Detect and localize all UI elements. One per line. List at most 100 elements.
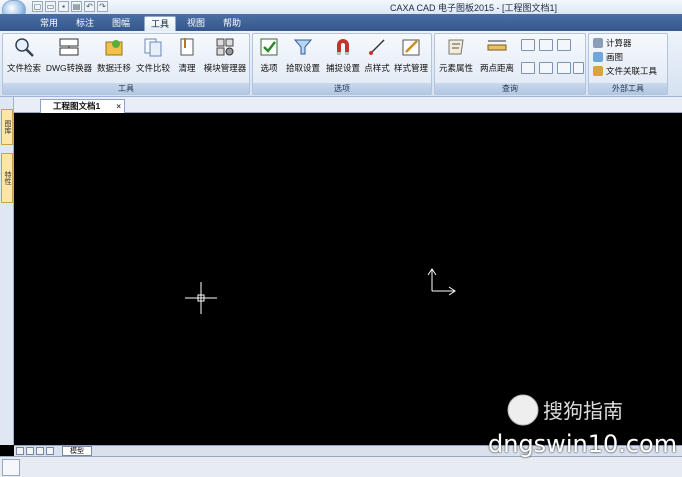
document-tab[interactable]: 工程图文档1 × [40,99,125,113]
ribbon-group-query: 元素属性 两点距离 查询 [434,33,586,95]
calculator-icon [593,38,603,48]
snap-settings-button[interactable]: 捕捉设置 [324,36,362,80]
paint-label: 画图 [606,52,624,62]
options-button[interactable]: 选项 [256,36,282,80]
ribbon-group-tools: 文件检索 DWG转换器 数据迁移 文件比较 清理 模块管理器 工具 [2,33,250,95]
ribbon-group-external-tools: 计算器 画图 文件关联工具 外部工具 [588,33,668,95]
paint-button[interactable]: 画图 [593,51,623,63]
close-icon[interactable]: × [116,100,121,113]
status-bar [0,456,682,477]
file-search-label: 文件检索 [6,63,41,73]
purge-icon [180,38,194,56]
pick-settings-button[interactable]: 拾取设置 [284,36,322,80]
pick-settings-label: 拾取设置 [285,63,320,73]
tab-view[interactable]: 视图 [183,16,209,31]
document-tab-label: 工程图文档1 [53,101,101,111]
options-label: 选项 [260,63,278,73]
dwg-converter-button[interactable]: DWG转换器 [45,36,93,80]
file-compare-label: 文件比较 [135,63,170,73]
file-association-icon [593,66,603,76]
first-layout-button[interactable] [16,447,24,455]
tab-help[interactable]: 帮助 [219,16,245,31]
print-icon[interactable]: ▤ [71,1,82,12]
style-manager-button[interactable]: 样式管理 [392,36,430,80]
left-side-panel: 图库 特性 [0,97,14,445]
layout-tab-model[interactable]: 模型 [62,446,92,456]
module-manager-label: 模块管理器 [203,63,247,73]
query-angle-icon[interactable] [539,39,553,51]
element-properties-label: 元素属性 [438,63,473,73]
ribbon-group-tools-label: 工具 [3,83,249,94]
filter-icon [293,39,313,55]
checkbox-icon [260,38,278,56]
side-tab-properties[interactable]: 特性 [1,153,13,203]
query-inertia-icon[interactable] [573,62,584,74]
next-layout-button[interactable] [36,447,44,455]
element-properties-button[interactable]: 元素属性 [436,36,476,80]
point-style-label: 点样式 [364,63,390,73]
data-migration-label: 数据迁移 [96,63,131,73]
ribbon-group-external-label: 外部工具 [589,83,667,94]
ribbon-group-options-label: 选项 [253,83,431,94]
window-title: CAXA CAD 电子图板2015 - [工程图文档1] [390,3,558,13]
command-input[interactable] [2,459,20,476]
magnifier-icon [15,38,34,57]
query-coordinate-icon[interactable] [521,39,535,51]
file-search-button[interactable]: 文件检索 [5,36,43,80]
ribbon-group-query-label: 查询 [435,83,585,94]
calculator-button[interactable]: 计算器 [593,37,632,49]
title-bar: ▢ ▭ ▪ ▤ ↶ ↷ CAXA CAD 电子图板2015 - [工程图文档1] [0,0,682,14]
snap-settings-label: 捕捉设置 [325,63,360,73]
crosshair-cursor-icon [185,282,217,314]
dwg-converter-icon [59,38,79,56]
file-compare-icon [144,38,162,57]
data-migration-icon [105,40,123,56]
query-centroid-icon[interactable] [557,62,571,74]
query-area-icon[interactable] [539,62,553,74]
file-association-label: 文件关联工具 [606,66,658,76]
two-point-distance-label: 两点距离 [479,63,514,73]
style-manager-label: 样式管理 [393,63,428,73]
watermark-logo-icon [507,394,539,426]
watermark-logo: 搜狗指南 [507,394,623,426]
element-properties-icon [448,39,464,55]
side-tab-library[interactable]: 图库 [1,109,13,145]
dwg-converter-label: DWG转换器 [45,63,93,73]
file-association-button[interactable]: 文件关联工具 [593,65,657,77]
tab-common[interactable]: 常用 [36,16,62,31]
prev-layout-button[interactable] [26,447,34,455]
data-migration-button[interactable]: 数据迁移 [95,36,133,80]
query-element-icon[interactable] [557,39,571,51]
document-tab-bar: 工程图文档1 × [14,97,682,113]
module-manager-icon [216,38,234,56]
magnet-icon [337,39,349,55]
query-perimeter-icon[interactable] [521,62,535,74]
watermark-site: dngswin10.com [488,430,678,458]
file-compare-button[interactable]: 文件比较 [134,36,172,80]
new-file-icon[interactable]: ▢ [32,1,43,12]
open-file-icon[interactable]: ▭ [45,1,56,12]
distance-icon [487,40,507,51]
paint-icon [593,52,603,62]
point-style-icon [369,39,385,55]
module-manager-button[interactable]: 模块管理器 [201,36,249,80]
quick-access-toolbar: ▢ ▭ ▪ ▤ ↶ ↷ [32,1,108,12]
tab-tools[interactable]: 工具 [144,16,176,31]
point-style-button[interactable]: 点样式 [363,36,391,80]
watermark-brand: 搜狗指南 [543,399,623,423]
ribbon-group-options: 选项 拾取设置 捕捉设置 点样式 样式管理 选项 [252,33,432,95]
redo-icon[interactable]: ↷ [97,1,108,12]
tab-sheet[interactable]: 图幅 [108,16,134,31]
last-layout-button[interactable] [46,447,54,455]
ribbon-tab-bar: 常用 标注 图幅 工具 视图 帮助 [0,14,682,31]
ribbon: 文件检索 DWG转换器 数据迁移 文件比较 清理 模块管理器 工具 选项 拾取设… [0,31,682,97]
save-icon[interactable]: ▪ [58,1,69,12]
calculator-label: 计算器 [606,38,632,48]
undo-icon[interactable]: ↶ [84,1,95,12]
coordinate-axis-icon [427,268,456,296]
two-point-distance-button[interactable]: 两点距离 [477,36,517,80]
purge-label: 清理 [178,63,196,73]
style-manager-icon [402,39,420,56]
tab-dimension[interactable]: 标注 [72,16,98,31]
purge-button[interactable]: 清理 [174,36,200,80]
